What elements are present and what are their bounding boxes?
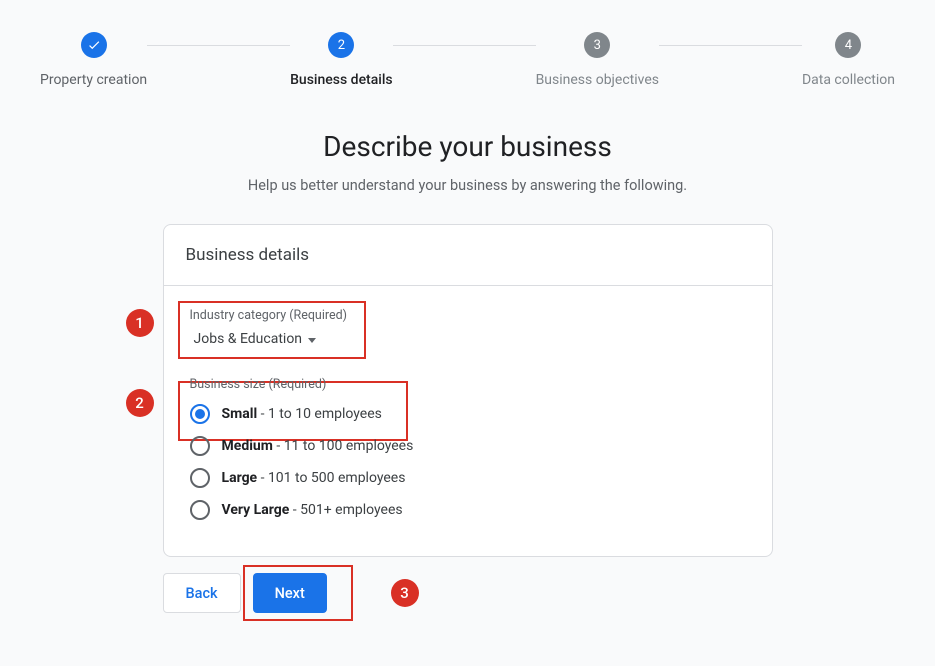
business-size-field: Business size (Required) Small - 1 to 10… — [186, 377, 750, 526]
annotation-badge-2: 2 — [126, 389, 154, 417]
check-icon — [81, 32, 107, 58]
step-data-collection[interactable]: 4 Data collection — [802, 32, 895, 88]
step-label: Business objectives — [536, 72, 659, 88]
business-details-card: Business details 1 2 Industry category (… — [163, 224, 773, 557]
card-header: Business details — [164, 225, 772, 286]
annotation-badge-3: 3 — [391, 579, 419, 607]
radio-label: Medium - 11 to 100 employees — [222, 438, 414, 454]
radio-option-very-large[interactable]: Very Large - 501+ employees — [190, 494, 750, 526]
stepper-connector — [659, 45, 802, 46]
step-business-details[interactable]: 2 Business details — [290, 32, 393, 88]
industry-field: Industry category (Required) Jobs & Educ… — [186, 308, 750, 347]
step-number-icon: 2 — [328, 32, 354, 58]
stepper-connector — [393, 45, 536, 46]
radio-option-large[interactable]: Large - 101 to 500 employees — [190, 462, 750, 494]
business-size-radio-group: Small - 1 to 10 employees Medium - 11 to … — [190, 398, 750, 526]
radio-icon — [190, 436, 210, 456]
page-title: Describe your business — [0, 130, 935, 163]
page-subtitle: Help us better understand your business … — [0, 177, 935, 194]
industry-value: Jobs & Education — [194, 331, 303, 347]
step-number-icon: 3 — [584, 32, 610, 58]
next-button[interactable]: Next — [253, 573, 327, 613]
chevron-down-icon — [308, 338, 316, 343]
step-property-creation[interactable]: Property creation — [40, 32, 147, 88]
stepper: Property creation 2 Business details 3 B… — [0, 0, 935, 88]
step-label: Property creation — [40, 72, 147, 88]
radio-option-small[interactable]: Small - 1 to 10 employees — [190, 398, 750, 430]
step-label: Business details — [290, 72, 393, 88]
radio-option-medium[interactable]: Medium - 11 to 100 employees — [190, 430, 750, 462]
step-label: Data collection — [802, 72, 895, 88]
card-body: 1 2 Industry category (Required) Jobs & … — [164, 286, 772, 556]
button-row: Back Next 3 — [163, 573, 773, 613]
stepper-connector — [147, 45, 290, 46]
radio-label: Large - 101 to 500 employees — [222, 470, 406, 486]
radio-icon — [190, 404, 210, 424]
business-size-label: Business size (Required) — [190, 377, 750, 392]
radio-label: Very Large - 501+ employees — [222, 502, 403, 518]
radio-label: Small - 1 to 10 employees — [222, 406, 382, 422]
radio-icon — [190, 500, 210, 520]
radio-icon — [190, 468, 210, 488]
step-number-icon: 4 — [835, 32, 861, 58]
back-button[interactable]: Back — [163, 573, 241, 613]
annotation-badge-1: 1 — [126, 309, 154, 337]
industry-label: Industry category (Required) — [190, 308, 750, 323]
step-business-objectives[interactable]: 3 Business objectives — [536, 32, 659, 88]
industry-dropdown[interactable]: Jobs & Education — [190, 331, 750, 347]
